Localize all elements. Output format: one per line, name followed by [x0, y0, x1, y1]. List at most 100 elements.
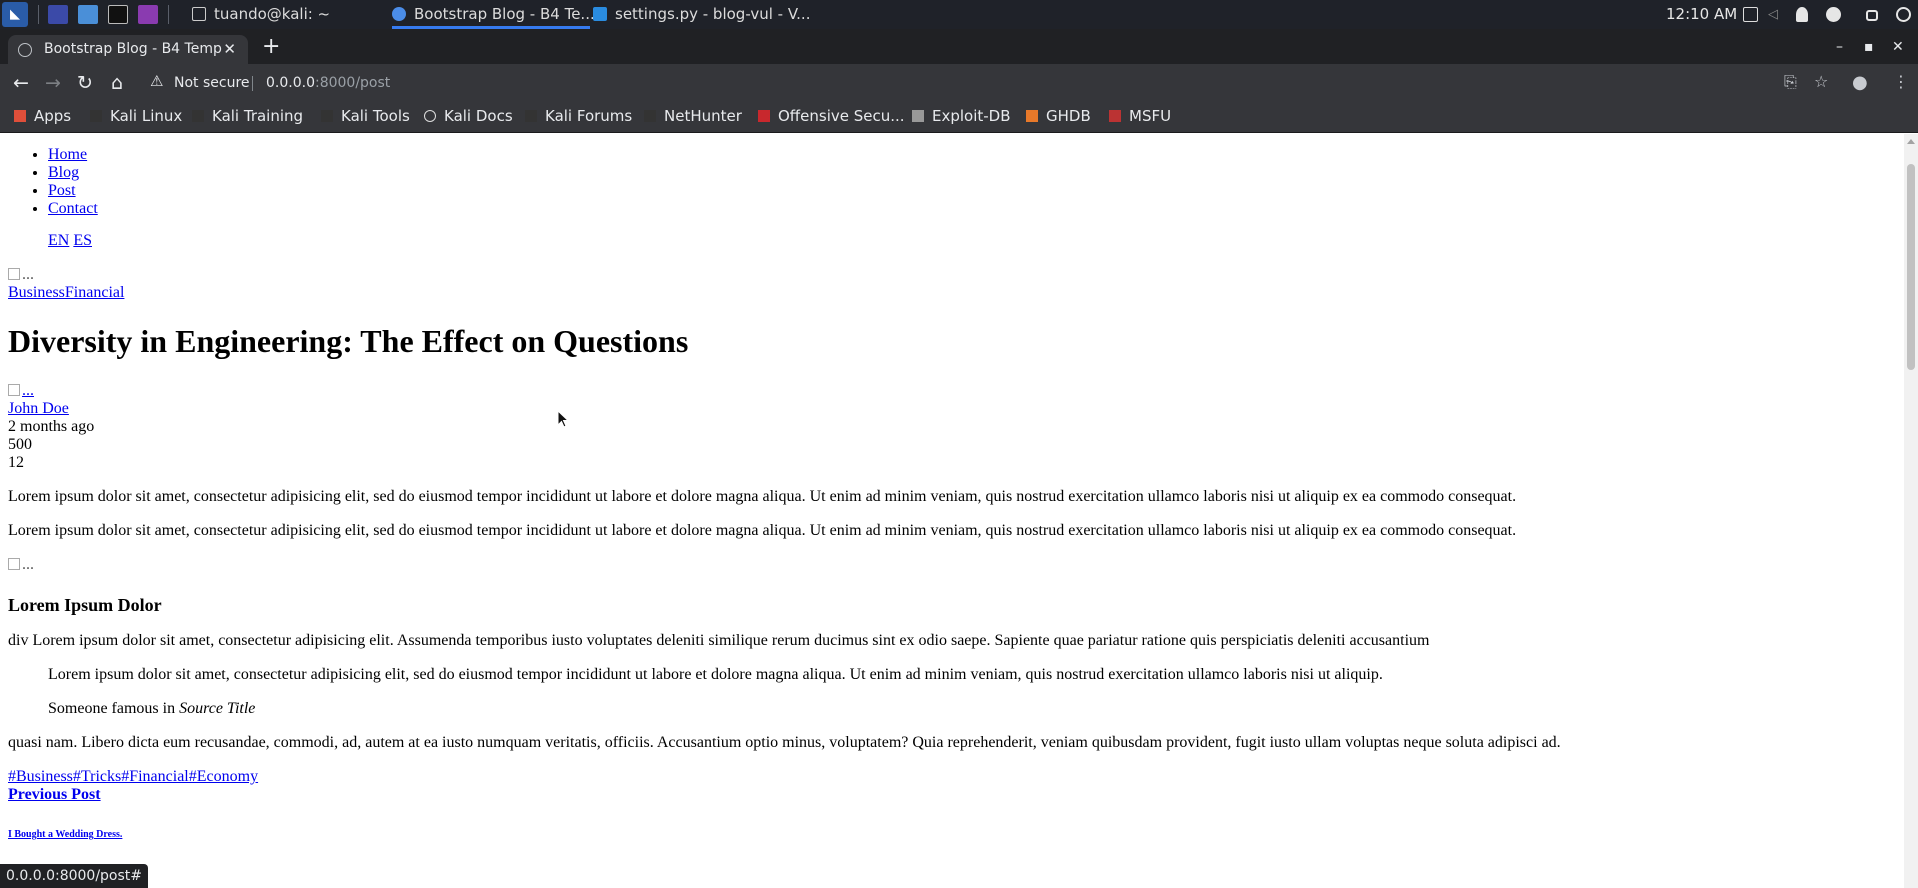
bookmark-exploit-db[interactable]: Exploit-DB [912, 102, 1011, 130]
address-bar[interactable]: ⚠ Not secure 0.0.0.0:8000/post [140, 68, 1800, 98]
offsec-icon [758, 110, 770, 122]
status-url-bubble: 0.0.0.0:8000/post# [0, 864, 149, 888]
clock[interactable]: 12:10 AM [1666, 0, 1737, 29]
bookmark-kali-forums[interactable]: Kali Forums [525, 102, 632, 130]
scroll-up-icon[interactable] [1907, 139, 1915, 144]
lang-es-link[interactable]: ES [73, 232, 92, 249]
author-link[interactable]: John Doe [8, 400, 69, 418]
show-desktop-icon[interactable] [48, 5, 68, 24]
nav-contact-link[interactable]: Contact [48, 200, 98, 217]
bookmark-nethunter[interactable]: NetHunter [644, 102, 742, 130]
terminal-launcher-icon[interactable] [108, 5, 128, 24]
quote-source-prefix: Someone famous in [48, 700, 176, 717]
scrollbar-thumb[interactable] [1907, 164, 1915, 370]
page-scrollbar[interactable] [1904, 134, 1918, 888]
vscode-icon [593, 7, 607, 21]
nav-blog-link[interactable]: Blog [48, 164, 79, 181]
volume-icon[interactable]: ◁ [1768, 7, 1783, 22]
translate-icon[interactable]: ⎘ [1784, 72, 1797, 92]
minimize-icon[interactable]: – [1836, 36, 1843, 58]
msfu-icon [1109, 110, 1121, 122]
bookmark-ghdb[interactable]: GHDB [1026, 102, 1091, 130]
taskbar-vscode[interactable]: settings.py - blog-vul - V... [593, 0, 810, 29]
security-label[interactable]: Not secure [174, 68, 250, 98]
bookmark-label: GHDB [1046, 107, 1091, 125]
home-icon[interactable]: ⌂ [105, 72, 129, 94]
divider [252, 76, 253, 91]
page-viewport: Home Blog Post Contact EN ES ... Busines… [0, 134, 1904, 888]
image-alt: ... [22, 556, 34, 573]
blockquote-footer: Someone famous in Source Title [48, 700, 255, 718]
kali-dragon-icon [525, 110, 537, 122]
task-label: settings.py - blog-vul - V... [615, 5, 811, 23]
panel-separator [38, 5, 39, 24]
network-icon[interactable] [1826, 7, 1841, 22]
close-window-icon[interactable]: ✕ [1892, 36, 1904, 58]
profile-avatar-icon[interactable]: ● [1852, 72, 1868, 93]
post-title: Diversity in Engineering: The Effect on … [8, 323, 689, 359]
section-heading: Lorem Ipsum Dolor [8, 595, 162, 615]
lock-icon[interactable] [1866, 10, 1878, 21]
post-paragraph: Lorem ipsum dolor sit amet, consectetur … [8, 522, 1517, 539]
bookmark-offensive-security[interactable]: Offensive Secu... [758, 102, 905, 130]
bookmark-kali-linux[interactable]: Kali Linux [90, 102, 182, 130]
image-alt: ... [22, 266, 34, 283]
bookmark-kali-training[interactable]: Kali Training [192, 102, 303, 130]
previous-post-title[interactable]: I Bought a Wedding Dress. [8, 829, 122, 841]
kali-menu-icon[interactable]: ◣ [2, 2, 28, 27]
post-paragraph: Lorem ipsum dolor sit amet, consectetur … [8, 488, 1517, 505]
close-tab-icon[interactable]: ✕ [223, 35, 236, 64]
comment-count: 12 [8, 454, 24, 471]
menu-kebab-icon[interactable]: ⋮ [1893, 72, 1909, 91]
bookmark-label: Kali Docs [444, 107, 513, 125]
browser-tab[interactable]: Bootstrap Blog - B4 Temp ✕ [8, 35, 248, 64]
nav-post-link[interactable]: Post [48, 182, 76, 199]
inline-image: ... [8, 556, 34, 574]
view-count: 500 [8, 436, 32, 453]
power-icon[interactable] [1896, 7, 1911, 22]
broken-image-icon [8, 268, 20, 280]
bookmark-label: Apps [34, 107, 72, 125]
post-paragraph: div Lorem ipsum dolor sit amet, consecte… [8, 632, 1430, 649]
taskbar-chrome[interactable]: Bootstrap Blog - B4 Te... [392, 0, 595, 29]
category-links[interactable]: BusinessFinancial [8, 284, 124, 302]
bookmark-msfu[interactable]: MSFU [1109, 102, 1171, 130]
author-avatar-link[interactable]: ... [8, 382, 34, 400]
bookmark-star-icon[interactable]: ☆ [1814, 72, 1828, 91]
lang-en-link[interactable]: EN [48, 232, 69, 249]
post-date: 2 months ago [8, 418, 95, 435]
featured-image: ... [8, 266, 34, 284]
exploit-db-icon [912, 110, 924, 122]
os-top-panel: ◣ tuando@kali: ~ Bootstrap Blog - B4 Te.… [0, 0, 1918, 29]
bookmark-kali-docs[interactable]: Kali Docs [424, 102, 513, 130]
url-host: 0.0.0.0 [266, 75, 315, 91]
bookmark-apps[interactable]: Apps [14, 102, 71, 130]
bookmark-kali-tools[interactable]: Kali Tools [321, 102, 410, 130]
file-manager-icon[interactable] [78, 5, 98, 24]
url-text[interactable]: 0.0.0.0:8000/post [266, 68, 390, 98]
nav-home-link[interactable]: Home [48, 146, 87, 163]
app-launcher-icon[interactable] [138, 5, 158, 24]
bookmark-label: Exploit-DB [932, 107, 1011, 125]
reload-icon[interactable]: ↻ [73, 72, 97, 94]
bookmark-label: Offensive Secu... [778, 107, 905, 125]
nav-item: Contact [48, 200, 98, 218]
maximize-icon[interactable]: ▪ [1864, 36, 1874, 58]
display-icon[interactable] [1743, 7, 1758, 22]
forward-icon[interactable]: → [41, 72, 65, 94]
kali-dragon-icon [321, 110, 333, 122]
task-label: Bootstrap Blog - B4 Te... [414, 5, 595, 23]
apps-grid-icon [14, 110, 26, 122]
ghdb-icon [1026, 110, 1038, 122]
bookmarks-bar: Apps Kali Linux Kali Training Kali Tools… [0, 102, 1918, 133]
bookmark-label: NetHunter [664, 107, 742, 125]
nav-item: Post [48, 182, 98, 200]
nav-item: Blog [48, 164, 98, 182]
notification-bell-icon[interactable] [1796, 7, 1808, 22]
post-tags[interactable]: #Business#Tricks#Financial#Economy [8, 768, 258, 786]
new-tab-button[interactable]: + [262, 36, 280, 58]
previous-post-link[interactable]: Previous Post [8, 786, 101, 804]
taskbar-terminal[interactable]: tuando@kali: ~ [192, 0, 330, 29]
back-icon[interactable]: ← [9, 72, 33, 94]
image-alt: ... [22, 382, 34, 399]
